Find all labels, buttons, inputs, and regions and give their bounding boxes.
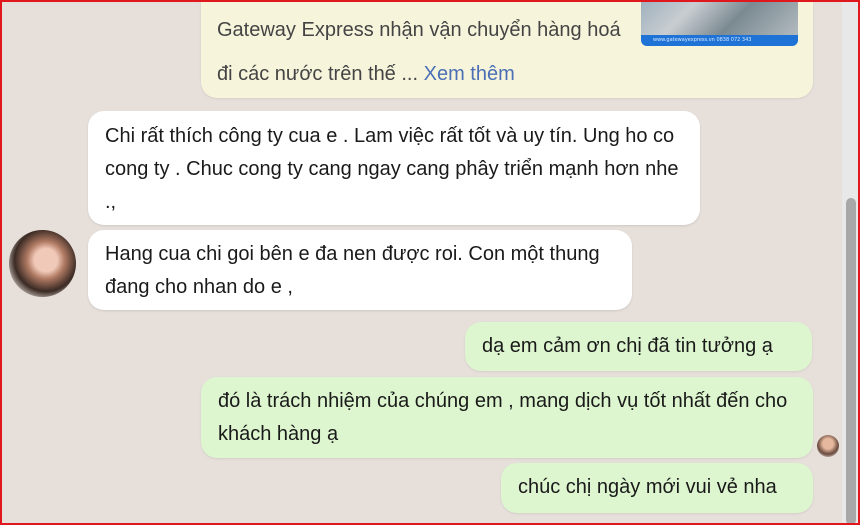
read-more-link[interactable]: Xem thêm	[424, 63, 515, 85]
message-text: chúc chị ngày mới vui vẻ nha	[518, 476, 777, 498]
message-text: dạ em cảm ơn chị đã tin tưởng ạ	[482, 335, 773, 357]
incoming-message-bubble[interactable]: Hang cua chi goi bên e đa nen được roi. …	[88, 230, 632, 310]
chat-scrollbar[interactable]	[842, 0, 860, 525]
contact-avatar[interactable]	[9, 230, 76, 297]
outgoing-message-bubble[interactable]: chúc chị ngày mới vui vẻ nha	[501, 463, 813, 513]
link-preview-thumbnail[interactable]: www.gatewayexpress.vn 0838 072 343	[641, 0, 798, 46]
chat-conversation: Gateway Express nhận vận chuyển hàng hoá…	[0, 0, 842, 525]
outgoing-message-bubble[interactable]: dạ em cảm ơn chị đã tin tưởng ạ	[465, 322, 812, 371]
thumbnail-footer-text: www.gatewayexpress.vn 0838 072 343	[653, 37, 752, 43]
link-preview-text: Gateway Express nhận vận chuyển hàng hoá…	[217, 8, 637, 96]
message-text: Chi rất thích công ty cua e . Lam việc r…	[105, 125, 679, 213]
incoming-message-bubble[interactable]: Chi rất thích công ty cua e . Lam việc r…	[88, 111, 700, 225]
link-preview-card[interactable]: Gateway Express nhận vận chuyển hàng hoá…	[201, 0, 813, 98]
user-avatar[interactable]	[817, 435, 839, 457]
scrollbar-thumb[interactable]	[846, 198, 856, 525]
thumbnail-footer: www.gatewayexpress.vn 0838 072 343	[641, 35, 798, 46]
message-text: đó là trách nhiệm của chúng em , mang dị…	[218, 390, 788, 445]
outgoing-message-bubble[interactable]: đó là trách nhiệm của chúng em , mang dị…	[201, 377, 813, 458]
link-preview-description: Gateway Express nhận vận chuyển hàng hoá…	[217, 19, 621, 85]
message-text: Hang cua chi goi bên e đa nen được roi. …	[105, 243, 600, 298]
